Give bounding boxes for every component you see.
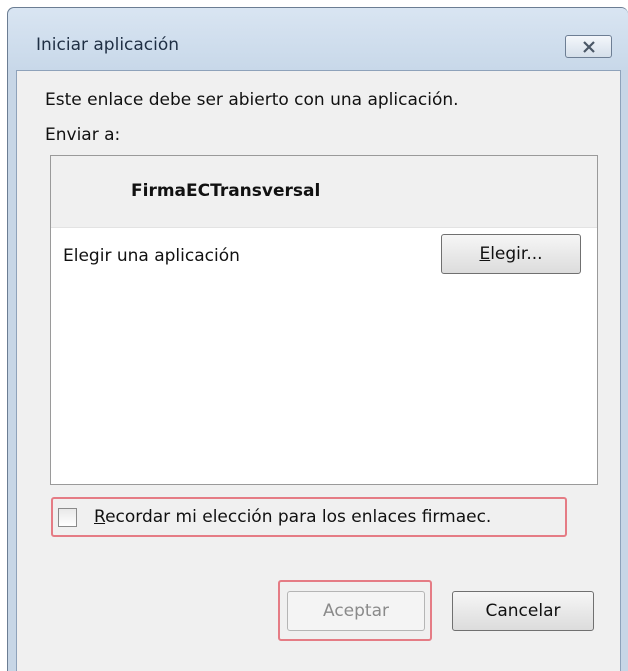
remember-checkbox[interactable] xyxy=(58,508,77,527)
close-icon xyxy=(582,40,595,53)
app-list-item-selected[interactable]: FirmaECTransversal xyxy=(51,156,597,228)
remember-label-text: ecordar mi elección para los enlaces fir… xyxy=(105,507,492,527)
send-to-label: Enviar a: xyxy=(45,125,121,145)
accept-button[interactable]: Aceptar xyxy=(287,591,425,631)
window-title: Iniciar aplicación xyxy=(36,35,180,55)
close-button[interactable] xyxy=(565,35,612,58)
choose-button-mnemonic: E xyxy=(479,244,491,264)
choose-button-label: legir... xyxy=(490,244,543,264)
choose-app-label: Elegir una aplicación xyxy=(63,246,240,266)
remember-label[interactable]: Recordar mi elección para los enlaces fi… xyxy=(94,507,491,527)
dialog-description: Este enlace debe ser abierto con una apl… xyxy=(45,90,459,110)
remember-mnemonic: R xyxy=(94,507,106,527)
title-bar: Iniciar aplicación xyxy=(8,8,628,70)
cancel-button[interactable]: Cancelar xyxy=(452,591,594,631)
choose-button[interactable]: Elegir... xyxy=(441,234,581,274)
app-name: FirmaECTransversal xyxy=(131,181,321,201)
application-list[interactable]: FirmaECTransversal Elegir una aplicación… xyxy=(50,155,598,485)
